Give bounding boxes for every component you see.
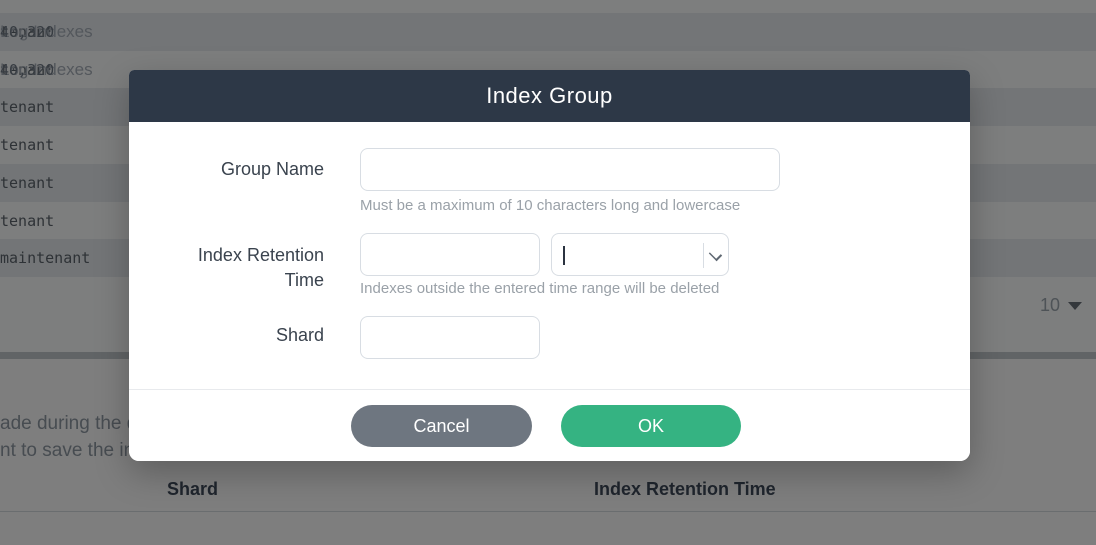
text-cursor xyxy=(563,246,565,265)
select-divider xyxy=(703,243,704,268)
ok-button[interactable]: OK xyxy=(561,405,741,447)
screen: tenant Log Indexes 40,320 tenant Log Ind… xyxy=(0,0,1096,545)
shard-input[interactable] xyxy=(360,316,540,359)
group-name-label: Group Name xyxy=(174,157,324,182)
retention-unit-select[interactable] xyxy=(551,233,729,276)
retention-time-input[interactable] xyxy=(360,233,540,276)
modal-footer: Cancel OK xyxy=(129,389,970,461)
group-name-input[interactable] xyxy=(360,148,780,191)
retention-time-label: Index Retention Time xyxy=(174,243,324,293)
shard-label: Shard xyxy=(174,323,324,348)
modal-title: Index Group xyxy=(486,83,613,109)
chevron-down-icon xyxy=(709,248,721,260)
modal-header: Index Group xyxy=(129,70,970,122)
cancel-button[interactable]: Cancel xyxy=(351,405,532,447)
retention-helper-text: Indexes outside the entered time range w… xyxy=(360,280,719,297)
group-name-helper-text: Must be a maximum of 10 characters long … xyxy=(360,197,740,214)
index-group-modal: Index Group Group Name Must be a maximum… xyxy=(129,70,970,461)
